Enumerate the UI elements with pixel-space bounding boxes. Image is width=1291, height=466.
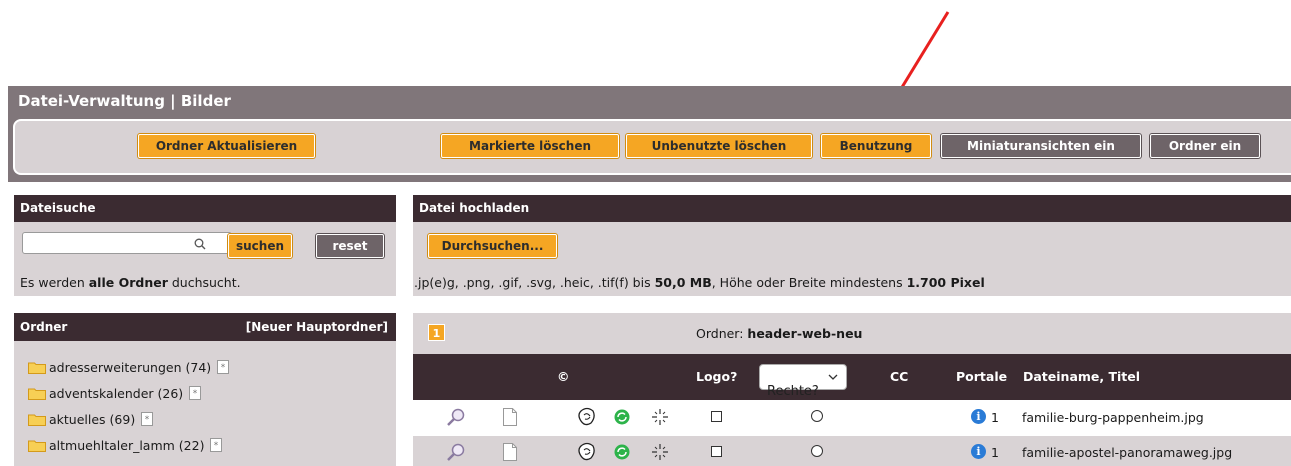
folder-item[interactable]: adventskalender (26) * (28, 383, 202, 403)
logo-checkbox[interactable] (711, 446, 722, 457)
new-subfolder-icon[interactable]: * (189, 386, 202, 400)
folders-heading: Ordner (20, 320, 68, 334)
folder-icon (28, 414, 46, 426)
page-title: Datei-Verwaltung | Bilder (18, 92, 231, 110)
search-icon[interactable] (194, 238, 206, 250)
folder-label[interactable]: adventskalender (26) (49, 386, 183, 401)
toolbar: Ordner Aktualisieren Markierte löschen U… (13, 119, 1291, 175)
info-icon[interactable]: i (971, 409, 986, 424)
focus-point-icon[interactable] (651, 443, 669, 461)
folders-toggle-button[interactable]: Ordner ein (1150, 134, 1260, 158)
col-copyright: © (557, 369, 570, 384)
refresh-folders-button[interactable]: Ordner Aktualisieren (138, 134, 315, 158)
logo-checkbox[interactable] (711, 411, 722, 422)
folder-label[interactable]: adresserweiterungen (74) (49, 360, 211, 375)
current-folder-prefix: Ordner: (696, 326, 748, 341)
new-root-folder-link[interactable]: [Neuer Hauptordner] (246, 313, 388, 341)
copyright-icon[interactable] (577, 442, 597, 462)
focus-point-icon[interactable] (651, 408, 669, 426)
search-note-suffix: duchsucht. (167, 275, 241, 290)
folder-label[interactable]: altmuehltaler_lamm (22) (49, 438, 204, 453)
page-number-badge[interactable]: 1 (428, 324, 445, 341)
refresh-icon[interactable] (614, 409, 630, 425)
search-note: Es werden alle Ordner duchsucht. (20, 275, 241, 290)
chevron-down-icon (828, 374, 838, 380)
document-icon[interactable] (503, 443, 517, 461)
upload-panel-header: Datei hochladen (413, 195, 1291, 222)
upload-dims-text: , Höhe oder Breite mindestens (711, 275, 907, 290)
rechte-select[interactable]: Rechte? (759, 364, 847, 399)
col-cc: CC (890, 369, 909, 384)
file-list-header: 1 Ordner: header-web-neu (413, 313, 1291, 354)
zoom-preview-icon[interactable] (446, 407, 466, 427)
svg-text:*: * (221, 363, 226, 373)
search-panel-header: Dateisuche (14, 195, 396, 222)
delete-unused-button[interactable]: Unbenutzte löschen (626, 134, 812, 158)
file-name[interactable]: familie-burg-pappenheim.jpg (1022, 410, 1204, 425)
current-folder: Ordner: header-web-neu (696, 326, 862, 341)
svg-text:*: * (193, 389, 198, 399)
search-submit-button[interactable]: suchen (228, 234, 292, 258)
thumbnails-toggle-button[interactable]: Miniaturansichten ein (941, 134, 1141, 158)
refresh-icon[interactable] (614, 444, 630, 460)
info-icon[interactable]: i (971, 444, 986, 459)
new-subfolder-icon[interactable]: * (141, 412, 154, 426)
folder-item[interactable]: aktuelles (69) * (28, 409, 154, 429)
folders-panel-header: Ordner [Neuer Hauptordner] (14, 313, 396, 341)
portale-count: 1 (991, 445, 999, 460)
zoom-preview-icon[interactable] (446, 442, 466, 462)
folder-icon (28, 440, 46, 452)
upload-min-pixels: 1.700 Pixel (906, 275, 985, 290)
new-subfolder-icon[interactable]: * (210, 438, 223, 452)
usage-button[interactable]: Benutzung (821, 134, 931, 158)
window-frame: Datei-Verwaltung | Bilder Ordner Aktuali… (8, 86, 1291, 182)
copyright-icon[interactable] (577, 407, 597, 427)
current-folder-name: header-web-neu (747, 326, 863, 341)
table-row: i 1 familie-burg-pappenheim.jpg (413, 401, 1291, 433)
svg-text:*: * (214, 441, 219, 451)
search-note-bold: alle Ordner (88, 275, 168, 290)
portale-count: 1 (991, 410, 999, 425)
search-note-prefix: Es werden (20, 275, 89, 290)
folder-icon (28, 362, 46, 374)
folder-label[interactable]: aktuelles (69) (49, 412, 135, 427)
new-subfolder-icon[interactable]: * (217, 360, 230, 374)
col-logo: Logo? (696, 369, 738, 384)
upload-limits: .jp(e)g, .png, .gif, .svg, .heic, .tif(f… (414, 275, 985, 290)
delete-marked-button[interactable]: Markierte löschen (441, 134, 619, 158)
rechte-radio[interactable] (811, 410, 823, 422)
svg-text:*: * (145, 415, 150, 425)
col-portale: Portale (956, 369, 1008, 384)
file-name[interactable]: familie-apostel-panoramaweg.jpg (1022, 445, 1232, 460)
document-icon[interactable] (503, 408, 517, 426)
col-filename: Dateiname, Titel (1023, 369, 1141, 384)
browse-button[interactable]: Durchsuchen... (428, 234, 557, 258)
folder-item[interactable]: adresserweiterungen (74) * (28, 357, 230, 377)
folder-icon (28, 388, 46, 400)
file-table-header: © Logo? Rechte? CC Portale Dateiname, Ti… (413, 354, 1291, 400)
upload-max-size: 50,0 MB (654, 275, 712, 290)
search-reset-button[interactable]: reset (316, 234, 384, 258)
search-panel: suchen reset Es werden alle Ordner duchs… (14, 222, 396, 296)
folder-item[interactable]: altmuehltaler_lamm (22) * (28, 435, 223, 455)
upload-formats: .jp(e)g, .png, .gif, .svg, .heic, .tif(f… (414, 275, 655, 290)
rechte-radio[interactable] (811, 445, 823, 457)
upload-panel: Durchsuchen... .jp(e)g, .png, .gif, .svg… (413, 222, 1291, 296)
table-row: i 1 familie-apostel-panoramaweg.jpg (413, 436, 1291, 466)
